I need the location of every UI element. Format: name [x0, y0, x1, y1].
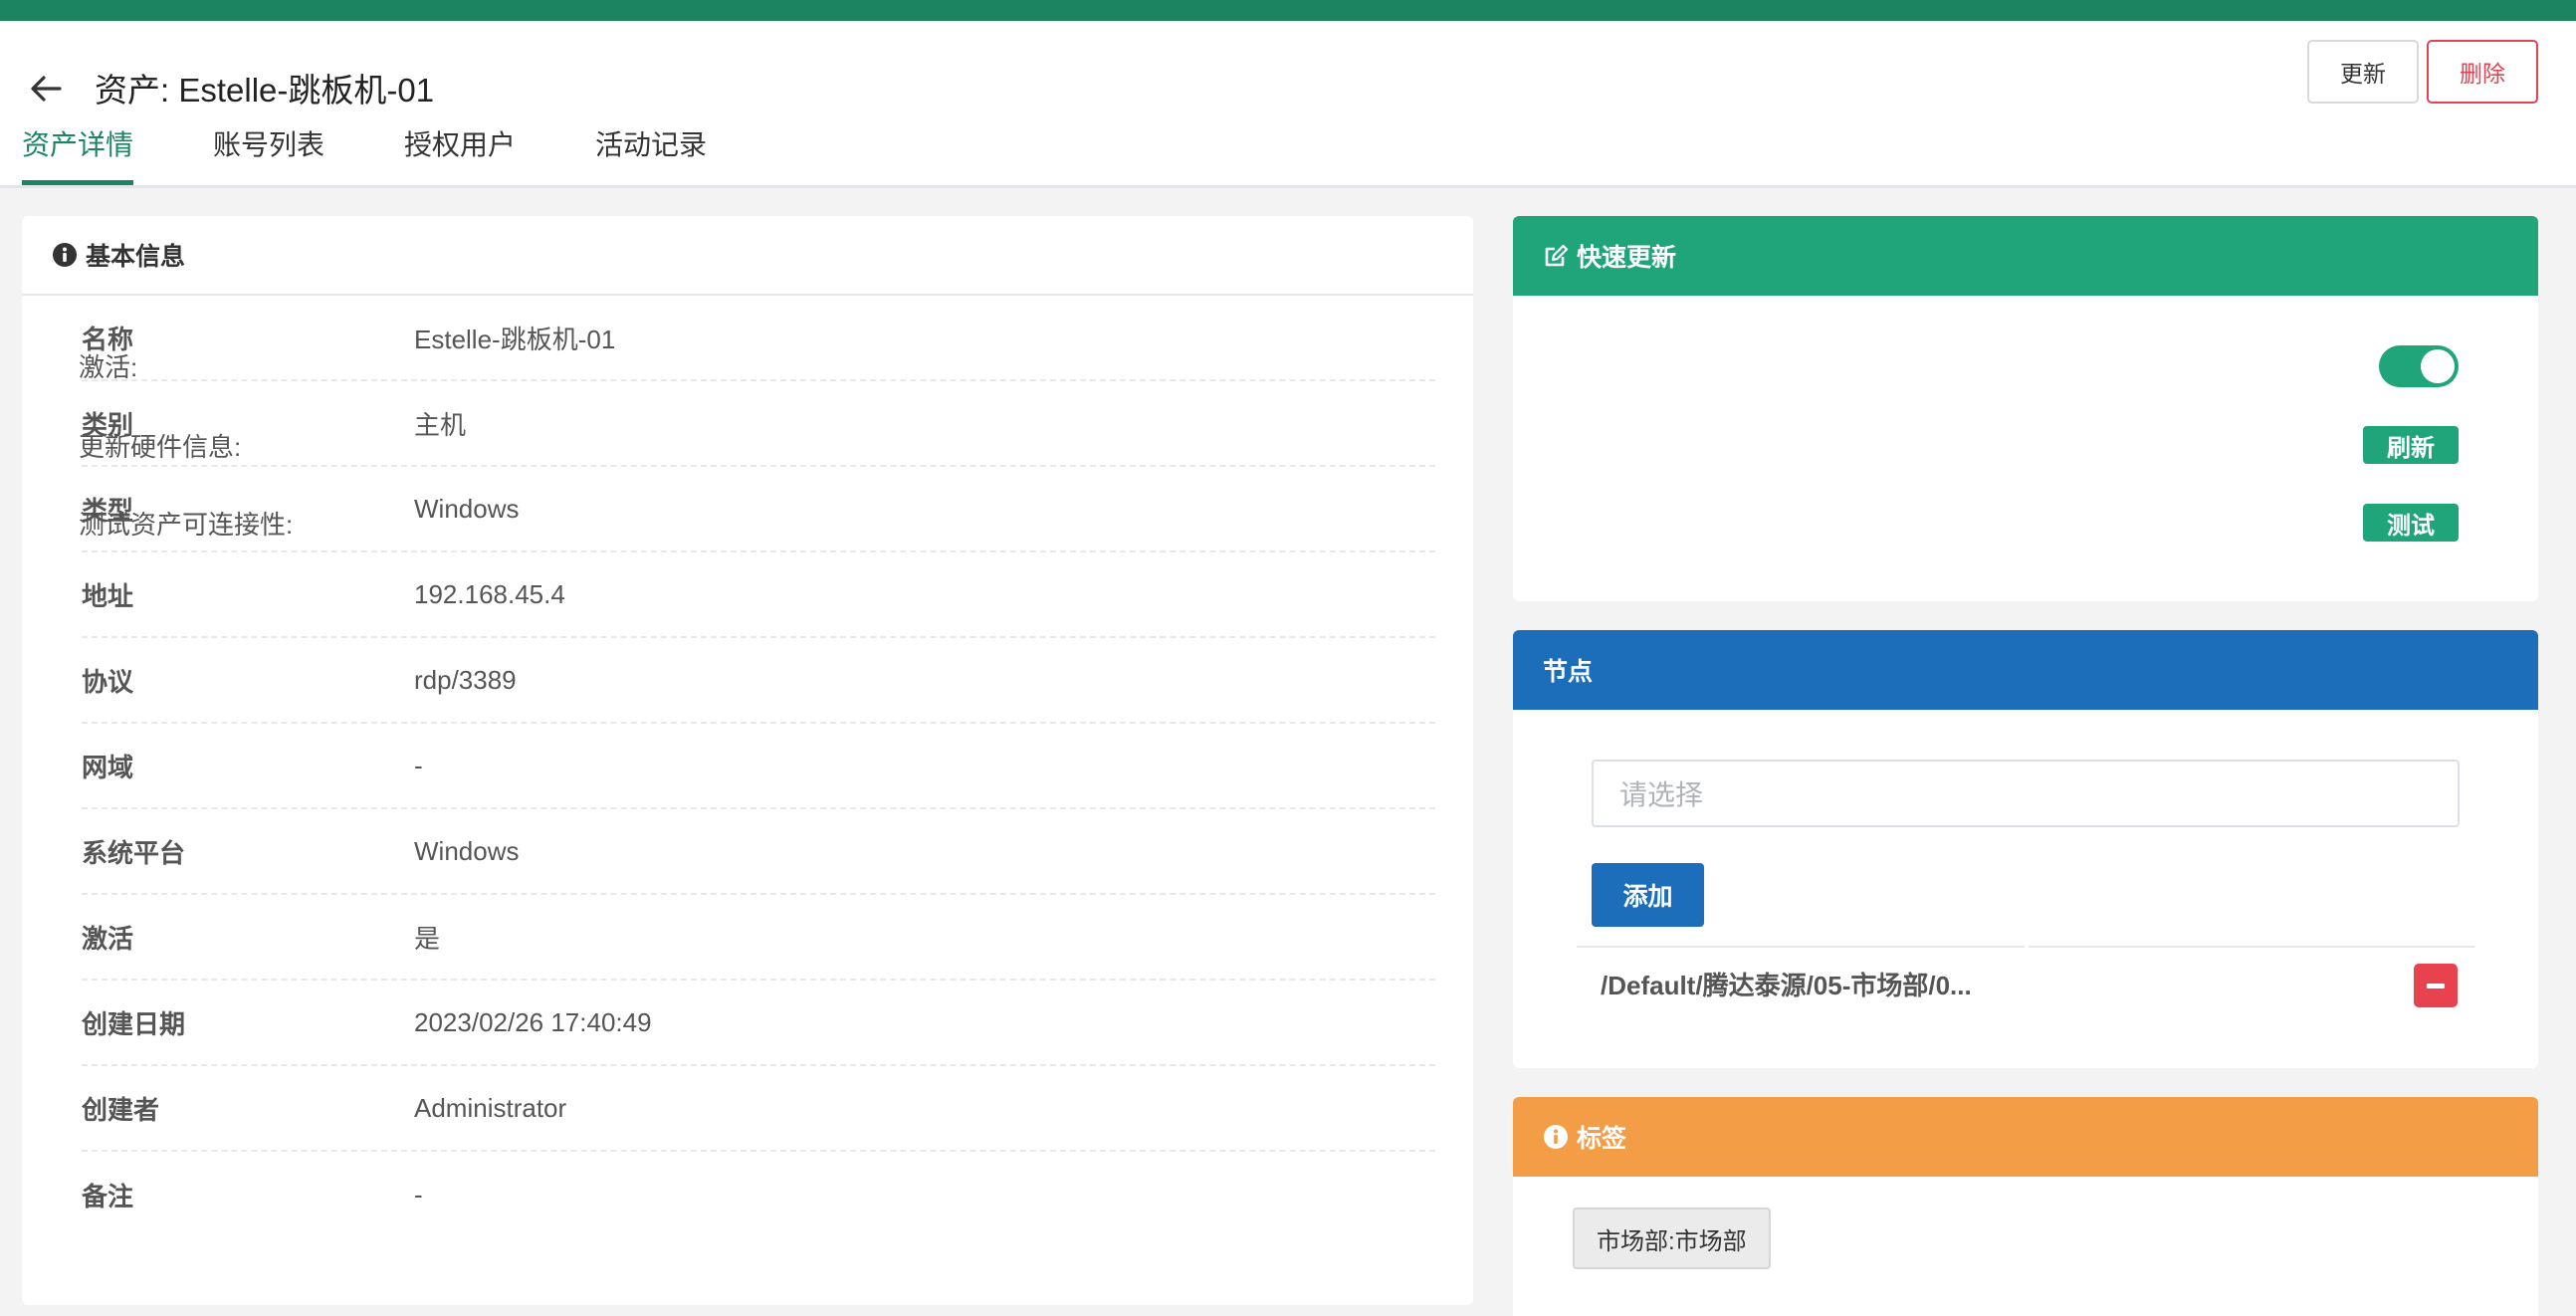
info-label: 备注	[82, 1181, 134, 1211]
info-row: 网域 -	[82, 724, 1435, 809]
tab-authorized-users[interactable]: 授权用户	[404, 125, 516, 185]
active-label: 激活:	[79, 352, 138, 382]
active-toggle[interactable]	[2379, 345, 2459, 387]
info-row: 地址 192.168.45.4	[82, 552, 1435, 638]
tags-header: 标签	[1513, 1097, 2538, 1177]
add-node-button[interactable]: 添加	[1592, 863, 1704, 927]
info-value: 是	[414, 923, 441, 954]
info-row: 协议 rdp/3389	[82, 638, 1435, 724]
info-label: 激活	[82, 923, 134, 954]
info-table: 名称 Estelle-跳板机-01 类别 主机 类型 Windows 地址 19…	[82, 296, 1435, 1237]
nodes-header: 节点	[1513, 630, 2538, 710]
info-row: 系统平台 Windows	[82, 809, 1435, 895]
refresh-hardware-button[interactable]: 刷新	[2363, 426, 2459, 464]
info-label: 创建者	[82, 1094, 160, 1125]
remove-node-button[interactable]	[2414, 964, 2458, 1007]
basic-info-title: 基本信息	[86, 243, 186, 271]
divider	[2029, 946, 2474, 948]
tab-account-list[interactable]: 账号列表	[213, 125, 324, 185]
minus-icon	[2427, 983, 2445, 988]
info-value: Estelle-跳板机-01	[414, 324, 616, 354]
divider	[1577, 946, 2025, 948]
info-circle-icon	[1544, 1125, 1568, 1149]
info-row: 创建者 Administrator	[82, 1066, 1435, 1152]
tab-activity-log[interactable]: 活动记录	[595, 125, 707, 185]
nodes-title: 节点	[1543, 658, 1594, 686]
quick-update-card: 快速更新	[1513, 216, 2538, 601]
info-value: Windows	[414, 835, 520, 866]
info-circle-icon	[53, 243, 77, 267]
page-title: 资产: Estelle-跳板机-01	[95, 72, 435, 109]
tag-chip[interactable]: 市场部:市场部	[1573, 1207, 1771, 1269]
nodes-card: 节点	[1513, 630, 2538, 1068]
info-row: 激活 是	[82, 895, 1435, 981]
quick-update-title: 快速更新	[1577, 244, 1677, 272]
tags-title: 标签	[1577, 1125, 1627, 1153]
info-row: 备注 -	[82, 1152, 1435, 1237]
test-connectivity-button[interactable]: 测试	[2363, 504, 2459, 542]
update-button[interactable]: 更新	[2307, 40, 2419, 104]
node-path-item: /Default/腾达泰源/05-市场部/0...	[1601, 971, 1972, 1000]
tags-card: 标签	[1513, 1097, 2538, 1316]
info-value: -	[414, 1179, 423, 1209]
back-arrow-icon[interactable]	[26, 69, 66, 109]
page-header: 资产: Estelle-跳板机-01 更新 删除 资产详情 账号列表 授权用户 …	[0, 21, 2576, 188]
info-label: 网域	[82, 752, 134, 782]
info-value: 主机	[414, 409, 467, 440]
info-value: rdp/3389	[414, 664, 517, 695]
info-value: 192.168.45.4	[414, 578, 565, 609]
info-label: 协议	[82, 666, 134, 697]
info-value: -	[414, 750, 423, 780]
info-row: 创建日期 2023/02/26 17:40:49	[82, 981, 1435, 1066]
info-row: 类别 主机	[82, 381, 1435, 467]
info-label: 创建日期	[82, 1008, 186, 1039]
tab-asset-details[interactable]: 资产详情	[22, 125, 134, 185]
info-value: Administrator	[414, 1092, 567, 1123]
info-label: 系统平台	[82, 837, 186, 868]
test-connectivity-label: 测试资产可连接性:	[79, 510, 294, 540]
top-accent-bar	[0, 0, 2576, 21]
delete-button[interactable]: 删除	[2427, 40, 2538, 104]
info-row: 名称 Estelle-跳板机-01	[82, 296, 1435, 381]
basic-info-header: 基本信息	[22, 216, 1473, 296]
info-value: Windows	[414, 493, 520, 524]
info-label: 地址	[82, 580, 134, 611]
info-value: 2023/02/26 17:40:49	[414, 1006, 652, 1037]
basic-info-card: 基本信息 名称 Estelle-跳板机-01 类别 主机 类型 Windows …	[22, 216, 1473, 1305]
hardware-info-label: 更新硬件信息:	[79, 432, 242, 462]
toggle-knob	[2421, 349, 2455, 383]
quick-update-header: 快速更新	[1513, 216, 2538, 296]
edit-icon	[1545, 244, 1569, 267]
node-select-input[interactable]: 请选择	[1592, 760, 2460, 827]
